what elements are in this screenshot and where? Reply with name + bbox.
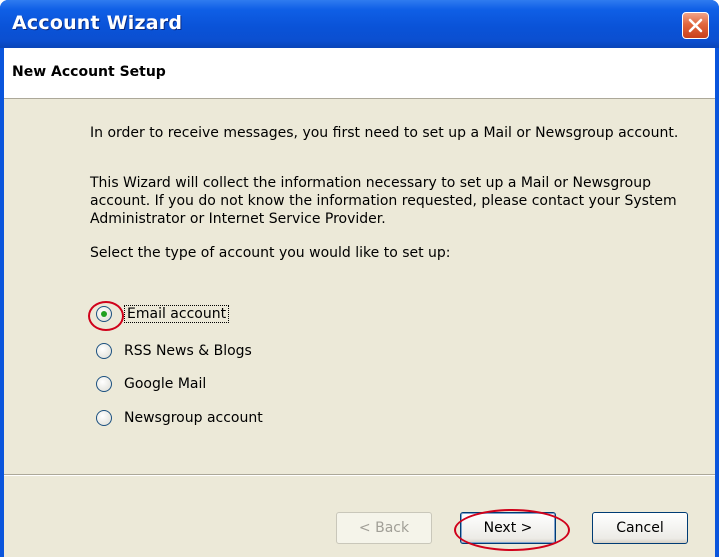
close-button[interactable] xyxy=(682,12,709,39)
dialog-client-area: New Account Setup In order to receive me… xyxy=(4,48,715,557)
radio-button[interactable] xyxy=(96,306,112,322)
back-button[interactable]: < Back xyxy=(336,512,432,544)
page-title: New Account Setup xyxy=(12,64,166,80)
radio-label: Google Mail xyxy=(124,376,207,392)
window-title: Account Wizard xyxy=(12,12,183,34)
footer-separator xyxy=(4,474,715,476)
radio-label: Newsgroup account xyxy=(124,410,263,426)
radio-newsgroup-account[interactable]: Newsgroup account xyxy=(96,406,263,430)
intro-text: In order to receive messages, you first … xyxy=(90,125,679,141)
radio-label: Email account xyxy=(124,305,230,323)
close-icon xyxy=(688,18,703,33)
wizard-header: New Account Setup xyxy=(4,48,715,99)
prompt-text: Select the type of account you would lik… xyxy=(90,245,451,261)
radio-rss-news-blogs[interactable]: RSS News & Blogs xyxy=(96,339,252,363)
cancel-button[interactable]: Cancel xyxy=(592,512,688,544)
radio-google-mail[interactable]: Google Mail xyxy=(96,372,206,396)
radio-button[interactable] xyxy=(96,343,112,359)
radio-button[interactable] xyxy=(96,410,112,426)
info-text: This Wizard will collect the information… xyxy=(90,175,677,227)
radio-button[interactable] xyxy=(96,376,112,392)
next-button[interactable]: Next > xyxy=(460,512,556,544)
radio-email-account[interactable]: Email account xyxy=(96,302,230,326)
radio-label: RSS News & Blogs xyxy=(124,343,252,359)
account-wizard-window: Account Wizard New Account Setup In orde… xyxy=(0,0,719,557)
title-bar[interactable]: Account Wizard xyxy=(0,0,719,48)
